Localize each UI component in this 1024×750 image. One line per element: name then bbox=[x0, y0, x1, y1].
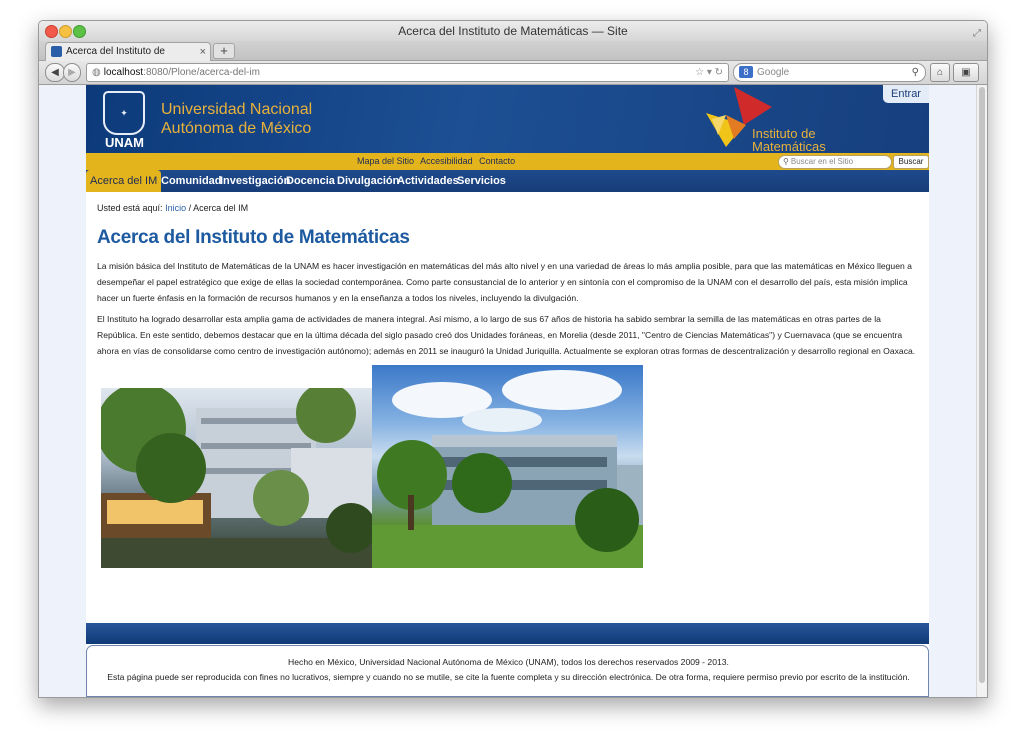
site-header: ✦ UNAM Universidad Nacional Autónoma de … bbox=[86, 85, 929, 153]
site-search-button[interactable]: Buscar bbox=[893, 155, 929, 169]
minimize-window-button[interactable] bbox=[59, 25, 72, 38]
url-host: localhost bbox=[103, 67, 144, 78]
url-controls-icon[interactable]: ☆ ▾ ↻ bbox=[695, 64, 723, 81]
utility-links: Mapa del Sitio Accesibilidad Contacto bbox=[357, 153, 519, 170]
courtyard-illustration bbox=[101, 388, 372, 568]
google-engine-icon[interactable]: 8 bbox=[739, 66, 753, 78]
globe-icon: ◍ bbox=[92, 67, 101, 78]
browser-window: Acerca del Instituto de Matemáticas — Si… bbox=[38, 20, 988, 698]
vertical-scrollbar[interactable] bbox=[976, 85, 987, 697]
back-button[interactable]: ◀ bbox=[45, 63, 65, 82]
nav-item-docencia[interactable]: Docencia bbox=[286, 170, 335, 192]
nav-item-servicios[interactable]: Servicios bbox=[457, 170, 506, 192]
tab-label: Acerca del Instituto de Matemát... bbox=[66, 46, 165, 57]
footer-bar bbox=[86, 623, 929, 644]
nav-item-divulgacion[interactable]: Divulgación bbox=[337, 170, 399, 192]
close-window-button[interactable] bbox=[45, 25, 58, 38]
main-navigation: Acerca del IM Comunidad Investigación Do… bbox=[86, 170, 929, 192]
utility-bar: Mapa del Sitio Accesibilidad Contacto ⚲ B… bbox=[86, 153, 929, 170]
institute-photo-courtyard bbox=[101, 388, 372, 568]
nav-item-acerca[interactable]: Acerca del IM bbox=[86, 170, 162, 192]
title-bar: Acerca del Instituto de Matemáticas — Si… bbox=[39, 21, 987, 41]
university-name-line2: Autónoma de México bbox=[161, 120, 312, 137]
unam-seal-icon: ✦ bbox=[103, 91, 145, 135]
browser-toolbar: ◀ ▶ ◍ localhost:8080/Plone/acerca-del-im … bbox=[39, 61, 987, 85]
building-illustration bbox=[372, 370, 643, 568]
scrollbar-thumb[interactable] bbox=[979, 87, 985, 683]
tab-acerca[interactable]: Acerca del Instituto de Matemát... × bbox=[45, 42, 211, 61]
bookmarks-button[interactable]: ▣ bbox=[953, 63, 979, 82]
institute-name[interactable]: Instituto de Matemáticas bbox=[752, 127, 826, 153]
university-name-line1: Universidad Nacional bbox=[161, 101, 313, 118]
address-bar[interactable]: ◍ localhost:8080/Plone/acerca-del-im ☆ ▾ … bbox=[86, 63, 729, 82]
breadcrumb-home-link[interactable]: Inicio bbox=[165, 203, 186, 213]
unam-label: UNAM bbox=[105, 135, 144, 150]
url-path: :8080/Plone/acerca-del-im bbox=[143, 67, 260, 78]
tab-close-icon[interactable]: × bbox=[200, 43, 206, 61]
login-button[interactable]: Entrar bbox=[883, 85, 929, 103]
browser-search-input[interactable]: 8 Google ⚲ bbox=[733, 63, 926, 82]
university-name[interactable]: Universidad Nacional Autónoma de México bbox=[161, 100, 312, 138]
breadcrumb-prefix: Usted está aquí: bbox=[97, 203, 163, 213]
nav-item-actividades[interactable]: Actividades bbox=[397, 170, 459, 192]
window-title: Acerca del Instituto de Matemáticas — Si… bbox=[398, 24, 628, 38]
site-search-placeholder: Buscar en el Sitio bbox=[790, 157, 854, 166]
breadcrumb: Usted está aquí: Inicio / Acerca del IM bbox=[97, 203, 248, 213]
accessibility-link[interactable]: Accesibilidad bbox=[420, 156, 473, 166]
page-viewport: ✦ UNAM Universidad Nacional Autónoma de … bbox=[39, 85, 987, 697]
forward-button[interactable]: ▶ bbox=[63, 63, 81, 82]
browser-search-placeholder: Google bbox=[757, 67, 790, 78]
search-icon: ⚲ bbox=[783, 157, 789, 166]
nav-item-investigacion[interactable]: Investigación bbox=[220, 170, 290, 192]
page-title: Acerca del Instituto de Matemáticas bbox=[97, 227, 410, 248]
zoom-window-button[interactable] bbox=[73, 25, 86, 38]
footer-reproduction-notice: Esta página puede ser reproducida con fi… bbox=[107, 672, 910, 682]
site-search-input[interactable]: ⚲ Buscar en el Sitio bbox=[778, 155, 892, 169]
breadcrumb-separator: / bbox=[188, 203, 192, 213]
favicon-icon bbox=[51, 46, 62, 57]
tab-bar: Acerca del Instituto de Matemát... × + bbox=[39, 41, 987, 61]
footer-copyright: Hecho en México, Universidad Nacional Au… bbox=[288, 657, 729, 667]
history-paragraph: El Instituto ha logrado desarrollar esta… bbox=[97, 314, 916, 356]
sitemap-link[interactable]: Mapa del Sitio bbox=[357, 156, 414, 166]
institute-photo-building bbox=[372, 365, 643, 568]
site-footer: Hecho en México, Universidad Nacional Au… bbox=[86, 645, 929, 697]
page-container: ✦ UNAM Universidad Nacional Autónoma de … bbox=[86, 85, 929, 697]
contact-link[interactable]: Contacto bbox=[479, 156, 515, 166]
mission-paragraph: La misión básica del Instituto de Matemá… bbox=[97, 261, 912, 303]
breadcrumb-current: Acerca del IM bbox=[193, 203, 249, 213]
new-tab-button[interactable]: + bbox=[213, 43, 235, 59]
home-button[interactable]: ⌂ bbox=[930, 63, 950, 82]
nav-item-comunidad[interactable]: Comunidad bbox=[161, 170, 222, 192]
search-icon: ⚲ bbox=[911, 67, 919, 78]
institute-name-line2: Matemáticas bbox=[752, 139, 826, 154]
